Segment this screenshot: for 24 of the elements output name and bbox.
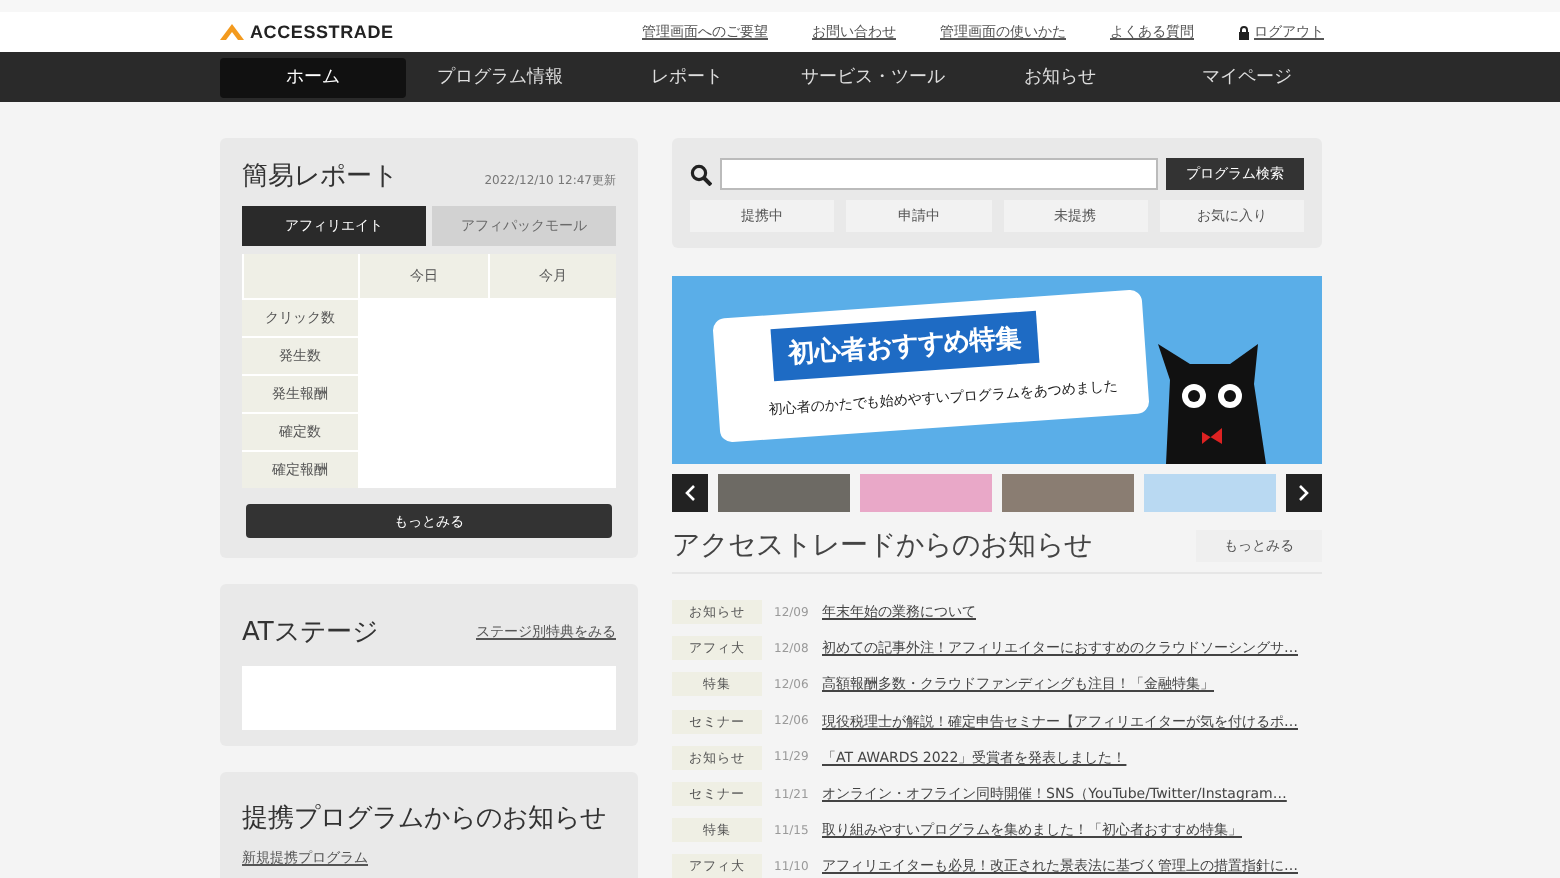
banner-thumbnail[interactable] xyxy=(718,474,850,512)
nav-tab[interactable]: サービス・ツール xyxy=(779,57,967,97)
lock-icon xyxy=(1238,25,1250,39)
banner-thumbnail[interactable] xyxy=(860,474,992,512)
previous-button[interactable] xyxy=(672,474,708,512)
nav-tab[interactable]: プログラム情報 xyxy=(406,57,594,97)
table-corner-cell xyxy=(242,254,358,298)
panel-title: ATステージ xyxy=(242,616,378,650)
section-title: アクセストレードからのお知らせ xyxy=(672,528,1092,564)
nav-tab[interactable]: レポート xyxy=(593,57,780,97)
chevron-left-icon xyxy=(684,484,696,502)
banner-thumbnail[interactable] xyxy=(1144,474,1276,512)
logo-icon xyxy=(220,24,244,40)
logo-text: ACCESSTRADE xyxy=(250,22,394,42)
nav-tab[interactable]: ホーム xyxy=(220,57,407,97)
chevron-right-icon xyxy=(1298,484,1310,502)
search-field[interactable] xyxy=(720,158,1158,190)
nav-tab[interactable]: マイページ xyxy=(1153,57,1340,97)
banner-thumbnail[interactable] xyxy=(1002,474,1134,512)
nav-tab[interactable]: お知らせ xyxy=(966,57,1154,97)
search-icon xyxy=(690,163,712,185)
panel-title: 簡易レポート xyxy=(242,160,398,194)
panel-title: 提携プログラムからのお知らせ xyxy=(242,802,608,836)
next-button[interactable] xyxy=(1286,474,1322,512)
